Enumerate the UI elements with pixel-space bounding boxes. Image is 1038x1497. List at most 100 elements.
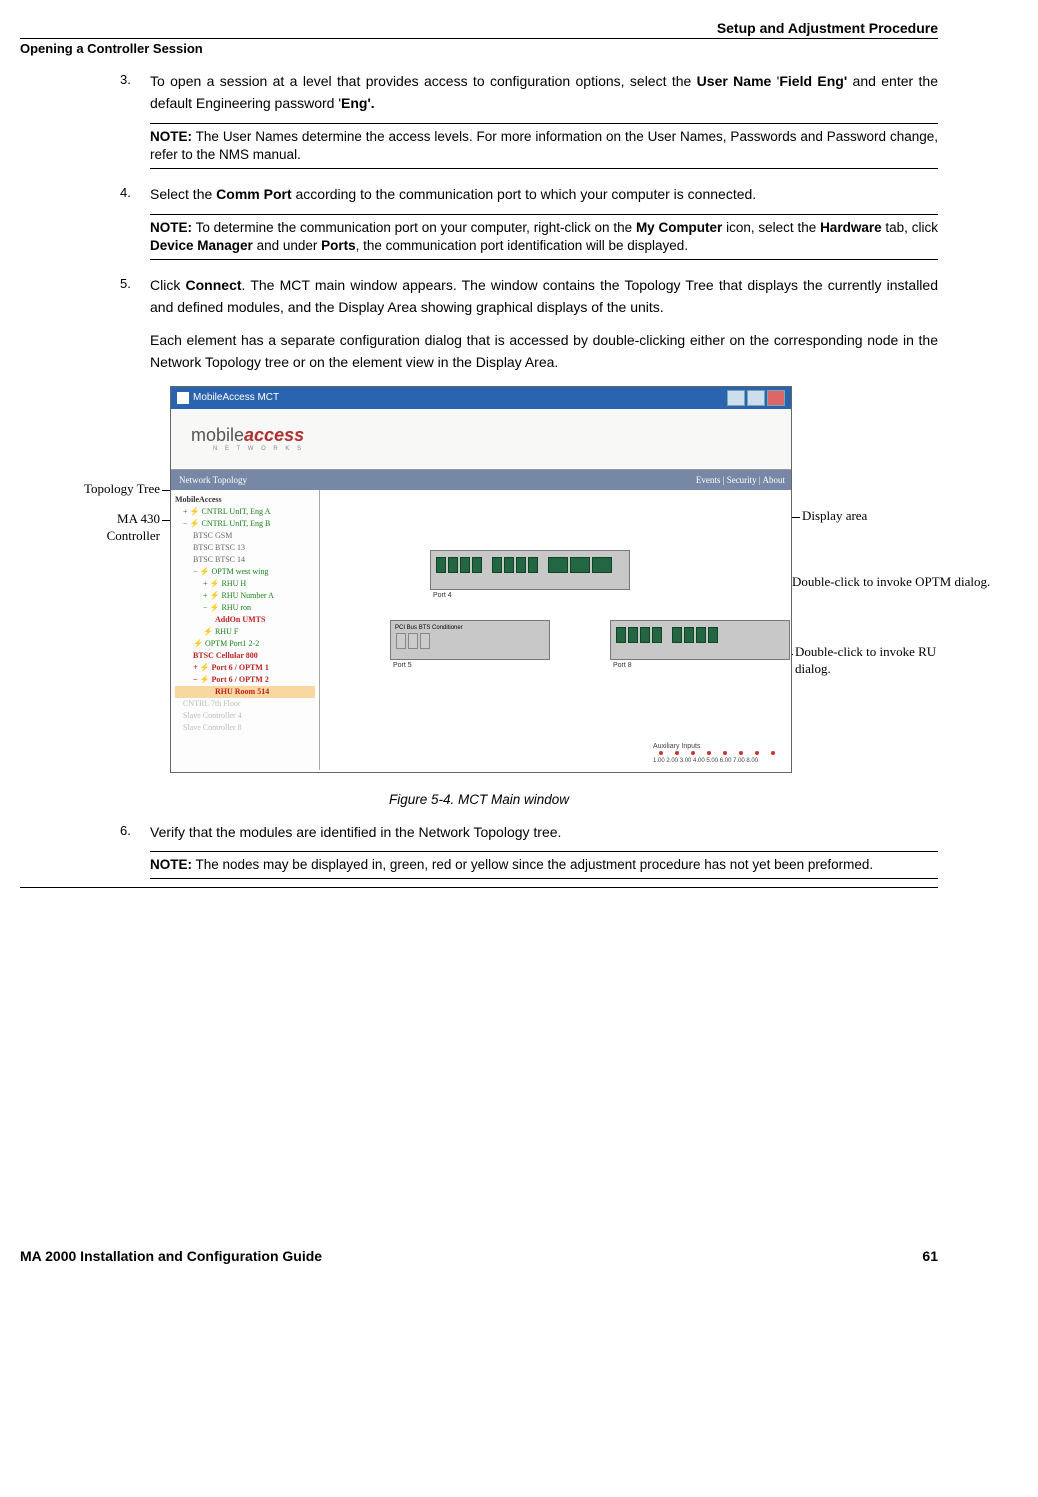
t: Eng'.: [341, 95, 375, 111]
tree-item[interactable]: BTSC BTSC 13: [175, 542, 315, 554]
tree-item[interactable]: AddOn UMTS: [175, 614, 315, 626]
t: Connect: [186, 277, 242, 293]
tree-item[interactable]: Slave Controller 4: [175, 710, 315, 722]
brand-area: mobileaccess N E T W O R K S: [171, 409, 791, 470]
topology-tree[interactable]: MobileAccess + ⚡ CNTRL UnIT, Eng A − ⚡ C…: [171, 490, 320, 770]
callout-optm: Double-click to invoke OPTM dialog.: [792, 574, 1002, 591]
main-area: MobileAccess + ⚡ CNTRL UnIT, Eng A − ⚡ C…: [171, 490, 791, 770]
close-icon[interactable]: [767, 390, 785, 406]
rack-label: Port 8: [613, 662, 632, 669]
footer-rule: [20, 887, 938, 888]
tree-item[interactable]: ⚡ RHU F: [175, 626, 315, 638]
tree-item[interactable]: − ⚡ RHU ron: [175, 602, 315, 614]
tree-item[interactable]: BTSC GSM: [175, 530, 315, 542]
header-right: Setup and Adjustment Procedure: [20, 20, 938, 36]
header-left: Opening a Controller Session: [20, 41, 938, 56]
tree-item[interactable]: BTSC BTSC 14: [175, 554, 315, 566]
step-3-num: 3.: [120, 70, 150, 115]
step-4-num: 4.: [120, 183, 150, 205]
step-6: 6. Verify that the modules are identifie…: [120, 821, 938, 843]
tree-item[interactable]: Slave Controller 8: [175, 722, 315, 734]
rack-port4[interactable]: Port 4: [430, 550, 630, 590]
tree-root[interactable]: MobileAccess: [175, 494, 315, 506]
step-3: 3. To open a session at a level that pro…: [120, 70, 938, 115]
callout-display: Display area: [802, 508, 867, 525]
t: BTS Conditioner: [419, 625, 463, 631]
footer: MA 2000 Installation and Configuration G…: [20, 1248, 938, 1264]
t: User Name: [697, 73, 772, 89]
tree-item[interactable]: CNTRL 7th Floor: [175, 698, 315, 710]
rack-port5[interactable]: PCI Bus BTS Conditioner Port 5: [390, 620, 550, 660]
t: My Computer: [636, 220, 722, 235]
step-6-num: 6.: [120, 821, 150, 843]
note-label: NOTE:: [150, 129, 192, 144]
step-4-text: Select the Comm Port according to the co…: [150, 183, 938, 205]
t: . The MCT main window appears. The windo…: [150, 277, 938, 315]
tree-item[interactable]: ⚡ OPTM Port1 2-2: [175, 638, 315, 650]
bts-label: PCI Bus BTS Conditioner: [395, 625, 545, 631]
t: , the communication port identification …: [356, 238, 688, 253]
t: tab, click: [882, 220, 938, 235]
logo-sub: N E T W O R K S: [191, 446, 304, 452]
figure-wrap: Topology Tree MA 430 Controller Display …: [20, 386, 938, 786]
aux-inputs: Auxiliary Inputs 1.00 2.00 3.00 4.00 5.0…: [653, 743, 781, 764]
callout-ru: Double-click to invoke RU dialog.: [795, 644, 975, 678]
t: CNTRL UnIT, Eng A: [201, 507, 270, 516]
step-5-cont: Each element has a separate configuratio…: [150, 329, 938, 374]
t: CNTRL UnIT, Eng B: [201, 519, 270, 528]
t: To determine the communication port on y…: [192, 220, 636, 235]
section-bar: Network Topology Events | Security | Abo…: [171, 470, 791, 490]
t: Ports: [321, 238, 356, 253]
note-label: NOTE:: [150, 857, 192, 872]
tabs[interactable]: Events | Security | About: [696, 475, 791, 485]
callout-ma430: MA 430 Controller: [20, 511, 160, 545]
rack-label: Port 4: [433, 592, 452, 599]
rack-port8[interactable]: Port 8: [610, 620, 790, 660]
display-area[interactable]: Port 4 PCI Bus BTS Conditioner Port 5 Po…: [320, 490, 791, 770]
callout-topology: Topology Tree: [20, 481, 160, 498]
t: Field Eng': [779, 73, 847, 89]
step-6-text: Verify that the modules are identified i…: [150, 821, 938, 843]
window-title: MobileAccess MCT: [193, 392, 279, 403]
t: mobile: [191, 425, 244, 445]
t: PCI Bus: [395, 625, 417, 631]
t: Comm Port: [216, 186, 295, 202]
t: Select the: [150, 186, 216, 202]
t: RHU Number A: [221, 591, 273, 600]
t: RHU ron: [221, 603, 251, 612]
tree-item[interactable]: RHU Room 514: [175, 686, 315, 698]
tree-item[interactable]: − ⚡ Port 6 / OPTM 2: [175, 674, 315, 686]
tree-item[interactable]: + ⚡ RHU Number A: [175, 590, 315, 602]
maximize-icon[interactable]: [747, 390, 765, 406]
t: Auxiliary Inputs: [653, 743, 700, 750]
header-rule: [20, 38, 938, 39]
tree-item[interactable]: − ⚡ CNTRL UnIT, Eng B: [175, 518, 315, 530]
tree-item[interactable]: BTSC Cellular 800: [175, 650, 315, 662]
step-5-text: Click Connect. The MCT main window appea…: [150, 274, 938, 319]
step-4: 4. Select the Comm Port according to the…: [120, 183, 938, 205]
tree-item[interactable]: + ⚡ RHU H: [175, 578, 315, 590]
minimize-icon[interactable]: [727, 390, 745, 406]
logo: mobileaccess: [191, 425, 304, 446]
tree-item[interactable]: + ⚡ Port 6 / OPTM 1: [175, 662, 315, 674]
note-3: NOTE: The nodes may be displayed in, gre…: [150, 851, 938, 879]
footer-title: MA 2000 Installation and Configuration G…: [20, 1248, 322, 1264]
tree-item[interactable]: + ⚡ CNTRL UnIT, Eng A: [175, 506, 315, 518]
t: Click: [150, 277, 186, 293]
step-5: 5. Click Connect. The MCT main window ap…: [120, 274, 938, 319]
note-label: NOTE:: [150, 220, 192, 235]
t: Port 6 / OPTM 2: [212, 675, 269, 684]
t: 1.00 2.00 3.00 4.00 5.00 6.00 7.00 8.00: [653, 758, 758, 764]
t: and under: [253, 238, 321, 253]
note-1: NOTE: The User Names determine the acces…: [150, 123, 938, 169]
t: Port 6 / OPTM 1: [212, 663, 269, 672]
screenshot: MobileAccess MCT mobileaccess N E T W O …: [170, 386, 792, 773]
window-buttons: [727, 390, 785, 406]
tree-item[interactable]: − ⚡ OPTM west wing: [175, 566, 315, 578]
window-titlebar[interactable]: MobileAccess MCT: [171, 387, 791, 409]
t: access: [244, 425, 304, 445]
note-text: The User Names determine the access leve…: [150, 129, 938, 162]
figure-caption: Figure 5-4. MCT Main window: [20, 792, 938, 807]
t: RHU F: [215, 627, 238, 636]
t: icon, select the: [722, 220, 820, 235]
